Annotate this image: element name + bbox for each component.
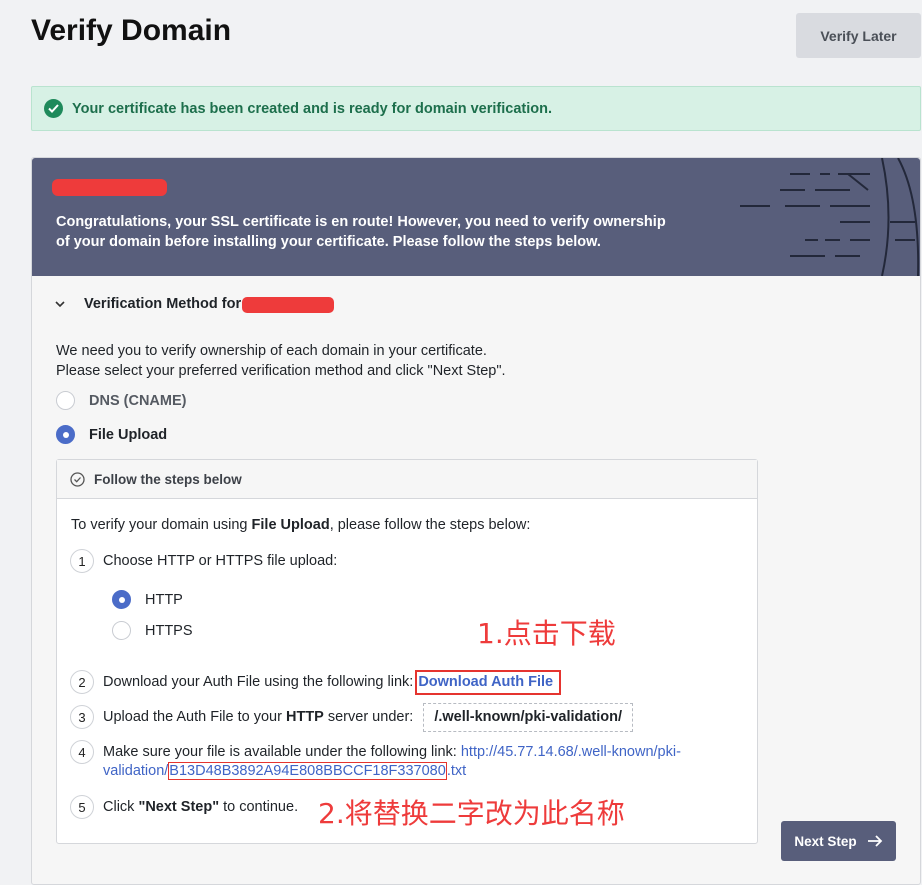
- next-step-button[interactable]: Next Step: [781, 821, 896, 861]
- success-alert: Your certificate has been created and is…: [31, 86, 921, 131]
- check-circle-icon: [44, 99, 63, 118]
- steps-header: Follow the steps below: [57, 460, 757, 499]
- step-number: 4: [70, 740, 94, 764]
- banner: Congratulations, your SSL certificate is…: [32, 158, 920, 276]
- verify-later-button[interactable]: Verify Later: [796, 13, 921, 58]
- radio-button[interactable]: [56, 391, 75, 410]
- radio-button-selected[interactable]: [56, 425, 75, 444]
- method-option-file-upload[interactable]: File Upload: [56, 425, 167, 444]
- annotation-rename-file: 2.将替换二字改为此名称: [318, 797, 625, 830]
- redaction-mark: [242, 297, 334, 313]
- section-title: Verification Method for: [84, 296, 242, 312]
- radio-button-selected[interactable]: [112, 590, 131, 609]
- step-4: 4 Make sure your file is available under…: [70, 740, 740, 781]
- radio-button[interactable]: [112, 621, 131, 640]
- step-2: 2 Download your Auth File using the foll…: [70, 670, 562, 695]
- banner-decoration: [740, 158, 920, 276]
- intro-text: We need you to verify ownership of each …: [56, 343, 506, 379]
- chevron-down-icon: [55, 301, 65, 308]
- method-option-dns[interactable]: DNS (CNAME): [56, 391, 186, 410]
- step-number: 2: [70, 670, 94, 694]
- step-number: 1: [70, 549, 94, 573]
- steps-panel: Follow the steps below To verify your do…: [56, 459, 758, 844]
- filename-highlight: B13D48B3892A94E808BBCCF18F337080: [168, 762, 447, 780]
- alert-text: Your certificate has been created and is…: [72, 100, 552, 117]
- check-circle-outline-icon: [70, 471, 85, 487]
- step-5: 5 Click "Next Step" to continue.: [70, 795, 298, 819]
- protocol-option-http[interactable]: HTTP: [112, 590, 183, 609]
- validation-path: /.well-known/pki-validation/: [423, 703, 634, 732]
- arrow-right-icon: [867, 835, 882, 847]
- protocol-option-https[interactable]: HTTPS: [112, 621, 193, 640]
- steps-intro: To verify your domain using File Upload,…: [71, 517, 531, 533]
- download-auth-file-link[interactable]: Download Auth File: [415, 670, 562, 695]
- annotation-click-download: 1.点击下载: [477, 617, 616, 650]
- redaction-mark: [52, 179, 167, 196]
- page-title: Verify Domain: [31, 14, 232, 47]
- step-number: 5: [70, 795, 94, 819]
- verification-card: Congratulations, your SSL certificate is…: [31, 157, 921, 885]
- banner-text: Congratulations, your SSL certificate is…: [56, 214, 666, 250]
- step-1: 1 Choose HTTP or HTTPS file upload:: [70, 549, 337, 573]
- step-3: 3 Upload the Auth File to your HTTP serv…: [70, 703, 634, 732]
- step-number: 3: [70, 705, 94, 729]
- verification-method-toggle[interactable]: Verification Method for: [54, 296, 241, 312]
